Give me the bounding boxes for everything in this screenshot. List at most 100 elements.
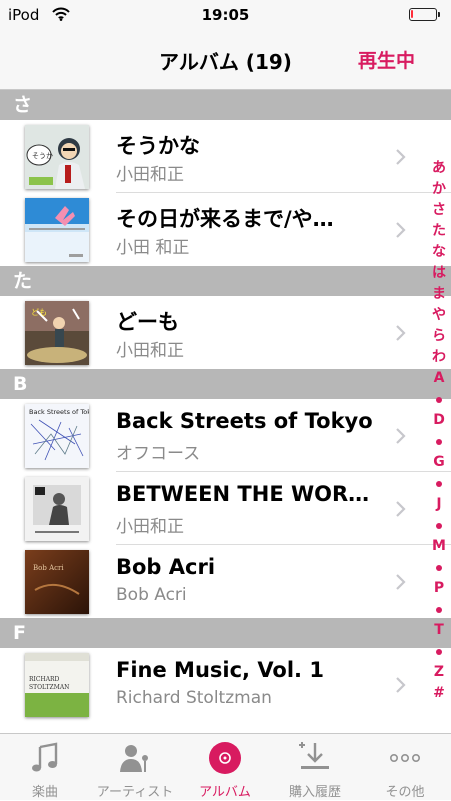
navigation-bar: アルバム (19) 再生中	[0, 30, 451, 90]
chevron-right-icon	[396, 149, 406, 165]
index-dot[interactable]	[428, 389, 450, 410]
index-dot[interactable]	[428, 431, 450, 452]
index-dot-icon	[436, 607, 442, 613]
index-letter[interactable]: か	[428, 179, 450, 200]
album-row[interactable]: RICHARD STOLTZMAN Fine Music, Vol. 1 Ric…	[0, 648, 451, 721]
index-letter[interactable]: わ	[428, 347, 450, 368]
index-letter[interactable]: J	[428, 494, 450, 515]
section-header: B	[0, 369, 451, 399]
album-artist: オフコース	[116, 444, 201, 464]
album-row[interactable]: その日が来るまで/や… 小田 和正	[0, 193, 451, 266]
svg-text:RICHARD: RICHARD	[29, 676, 60, 683]
index-letter[interactable]: P	[428, 578, 450, 599]
index-letter[interactable]: #	[428, 683, 450, 704]
album-artwork	[25, 477, 89, 541]
album-artwork	[25, 198, 89, 262]
section-index[interactable]: あかさたなはまやらわ A D G J M P T Z #	[428, 158, 450, 704]
tab-label: その他	[385, 785, 425, 800]
chevron-right-icon	[396, 428, 406, 444]
section-header: さ	[0, 90, 451, 120]
svg-text:Bob Acri: Bob Acri	[33, 564, 64, 572]
album-artist: 小田和正	[116, 165, 184, 185]
svg-text:そうか: そうか	[32, 152, 53, 160]
battery-level	[411, 10, 413, 18]
music-note-icon	[32, 742, 58, 772]
index-dot-icon	[436, 397, 442, 403]
album-disc-icon	[209, 742, 241, 774]
tab-label: アーティスト	[96, 785, 174, 800]
chevron-right-icon	[396, 574, 406, 590]
album-title: Back Streets of Tokyo	[116, 409, 373, 433]
index-letter[interactable]: M	[428, 536, 450, 557]
album-artwork: Back Streets of Tokyo	[25, 404, 89, 468]
index-letter[interactable]: や	[428, 305, 450, 326]
chevron-right-icon	[396, 325, 406, 341]
tab-artists[interactable]: アーティスト	[90, 734, 180, 801]
clock: 19:05	[201, 6, 250, 24]
album-artwork: ども	[25, 301, 89, 365]
section-header: た	[0, 266, 451, 296]
index-letter[interactable]: さ	[428, 200, 450, 221]
status-bar: iPod 19:05	[0, 0, 451, 30]
chevron-right-icon	[396, 222, 406, 238]
tab-albums[interactable]: アルバム	[180, 734, 270, 801]
index-dot-icon	[436, 439, 442, 445]
chevron-right-icon	[396, 501, 406, 517]
tab-label: アルバム	[199, 785, 251, 800]
artist-icon	[120, 745, 148, 772]
index-dot-icon	[436, 649, 442, 655]
purchased-icon	[299, 742, 329, 769]
tab-label: 購入履歴	[288, 785, 341, 800]
index-dot-icon	[436, 565, 442, 571]
index-letter[interactable]: な	[428, 242, 450, 263]
album-row[interactable]: BETWEEN THE WOR… 小田和正	[0, 472, 451, 545]
index-letter[interactable]: ら	[428, 326, 450, 347]
tab-songs[interactable]: 楽曲	[0, 734, 90, 801]
index-dot[interactable]	[428, 515, 450, 536]
album-artist: Bob Acri	[116, 585, 187, 605]
album-row[interactable]: Bob Acri Bob Acri Bob Acri	[0, 545, 451, 618]
album-row[interactable]: Back Streets of Tokyo Back Streets of To…	[0, 399, 451, 472]
index-dot[interactable]	[428, 599, 450, 620]
index-letter[interactable]: ま	[428, 284, 450, 305]
index-dot[interactable]	[428, 557, 450, 578]
index-letter[interactable]: A	[428, 368, 450, 389]
tab-more[interactable]: その他	[360, 734, 450, 801]
tab-purchased[interactable]: 購入履歴	[270, 734, 360, 801]
album-title: Bob Acri	[116, 555, 216, 579]
now-playing-button[interactable]: 再生中	[358, 46, 415, 73]
svg-text:STOLTZMAN: STOLTZMAN	[29, 684, 69, 691]
battery-icon	[409, 8, 440, 21]
album-title: その日が来るまで/や…	[116, 207, 334, 231]
section-header: F	[0, 618, 451, 648]
album-row[interactable]: ども どーも 小田和正	[0, 296, 451, 369]
tab-bar: 楽曲 アーティスト アルバム 購入履歴 その他	[0, 733, 451, 800]
album-row[interactable]: そうか そうかな 小田和正	[0, 120, 451, 193]
album-artist: 小田和正	[116, 517, 184, 537]
index-letter[interactable]: Z	[428, 662, 450, 683]
index-letter[interactable]: あ	[428, 158, 450, 179]
album-title: Fine Music, Vol. 1	[116, 658, 324, 682]
tab-label: 楽曲	[31, 785, 58, 800]
index-dot[interactable]	[428, 641, 450, 662]
index-letter[interactable]: T	[428, 620, 450, 641]
album-title: BETWEEN THE WOR…	[116, 482, 370, 506]
more-icon	[389, 754, 420, 763]
svg-text:Back Streets of Tokyo: Back Streets of Tokyo	[29, 408, 89, 416]
album-title: そうかな	[116, 134, 200, 158]
album-title: どーも	[116, 310, 179, 334]
album-artist: 小田和正	[116, 341, 184, 361]
index-letter[interactable]: は	[428, 263, 450, 284]
chevron-right-icon	[396, 677, 406, 693]
index-dot[interactable]	[428, 473, 450, 494]
album-artwork: そうか	[25, 125, 89, 189]
album-artwork: Bob Acri	[25, 550, 89, 614]
album-artist: 小田 和正	[116, 238, 190, 258]
album-list[interactable]: さ そうか そうかな 小田和正 その日が来るまで/や… 小田 和正 た ども ど…	[0, 90, 451, 721]
album-artist: Richard Stoltzman	[116, 688, 272, 708]
index-letter[interactable]: た	[428, 221, 450, 242]
index-letter[interactable]: D	[428, 410, 450, 431]
index-letter[interactable]: G	[428, 452, 450, 473]
svg-text:ども: ども	[31, 308, 47, 317]
album-artwork: RICHARD STOLTZMAN	[25, 653, 89, 717]
